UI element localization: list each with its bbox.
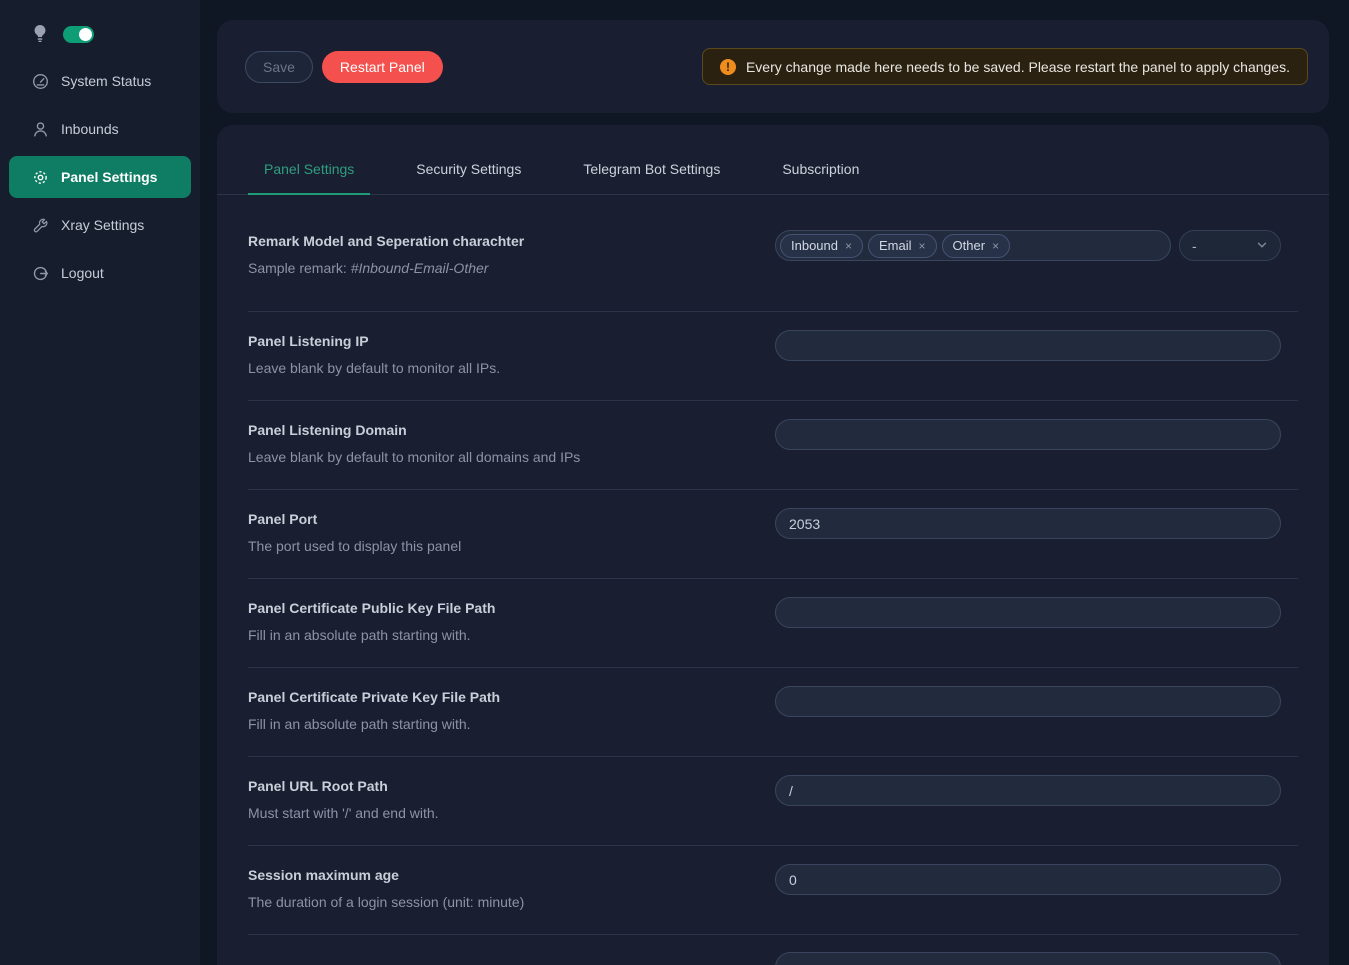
setting-label: Session maximum age <box>248 867 524 883</box>
warning-text: Every change made here needs to be saved… <box>746 59 1290 75</box>
logout-icon <box>32 265 49 282</box>
setting-description: The port used to display this panel <box>248 538 461 554</box>
setting-row-partial <box>248 935 1298 965</box>
user-icon <box>32 121 49 138</box>
setting-label: Remark Model and Seperation charachter <box>248 233 524 249</box>
tab-security-settings[interactable]: Security Settings <box>400 153 537 194</box>
cert-private-key-path-input[interactable] <box>775 686 1281 717</box>
sidebar-item-label: Logout <box>61 265 104 281</box>
panel-port-input[interactable] <box>775 508 1281 539</box>
setting-label: Panel Listening IP <box>248 333 500 349</box>
separator-select[interactable]: - <box>1179 230 1281 261</box>
chevron-down-icon <box>1256 238 1268 254</box>
sidebar-nav: System Status Inbounds Panel Settings <box>0 60 200 294</box>
description-sample: #Inbound-Email-Other <box>351 260 489 276</box>
tag-remove-icon[interactable]: × <box>919 240 926 252</box>
tag-chip: Inbound × <box>780 234 863 258</box>
action-bar: Save Restart Panel ! Every change made h… <box>217 20 1329 113</box>
setting-description: The duration of a login session (unit: m… <box>248 894 524 910</box>
sidebar-item-label: Panel Settings <box>61 169 157 185</box>
lightbulb-icon <box>32 24 48 44</box>
theme-toggle-row <box>0 22 200 46</box>
setting-description: Fill in an absolute path starting with. <box>248 716 500 732</box>
sidebar-item-xray-settings[interactable]: Xray Settings <box>9 204 191 246</box>
settings-rows: Remark Model and Seperation charachter S… <box>217 195 1329 965</box>
restart-panel-button[interactable]: Restart Panel <box>322 51 443 83</box>
sidebar-item-logout[interactable]: Logout <box>9 252 191 294</box>
main-content: Save Restart Panel ! Every change made h… <box>200 0 1349 965</box>
cert-public-key-path-input[interactable] <box>775 597 1281 628</box>
gear-icon <box>32 169 49 186</box>
sidebar: System Status Inbounds Panel Settings <box>0 0 200 965</box>
sidebar-item-label: Inbounds <box>61 121 119 137</box>
setting-label: Panel URL Root Path <box>248 778 439 794</box>
setting-row-session-max-age: Session maximum age The duration of a lo… <box>248 846 1298 935</box>
warning-banner: ! Every change made here needs to be sav… <box>702 48 1308 85</box>
setting-description: Leave blank by default to monitor all do… <box>248 449 580 465</box>
tab-telegram-bot-settings[interactable]: Telegram Bot Settings <box>567 153 736 194</box>
setting-label: Panel Certificate Public Key File Path <box>248 600 495 616</box>
tab-subscription[interactable]: Subscription <box>766 153 875 194</box>
sidebar-item-inbounds[interactable]: Inbounds <box>9 108 191 150</box>
tab-panel-settings[interactable]: Panel Settings <box>248 153 370 194</box>
remark-model-tags-input[interactable]: Inbound × Email × Other × <box>775 230 1171 261</box>
tag-label: Other <box>953 238 986 253</box>
setting-label: Panel Listening Domain <box>248 422 580 438</box>
setting-description: Sample remark: #Inbound-Email-Other <box>248 260 524 276</box>
panel-listening-ip-input[interactable] <box>775 330 1281 361</box>
settings-card: Panel Settings Security Settings Telegra… <box>217 125 1329 965</box>
setting-description: Leave blank by default to monitor all IP… <box>248 360 500 376</box>
warning-icon: ! <box>720 59 736 75</box>
sidebar-item-label: Xray Settings <box>61 217 144 233</box>
setting-label: Panel Certificate Private Key File Path <box>248 689 500 705</box>
sidebar-item-system-status[interactable]: System Status <box>9 60 191 102</box>
setting-row-cert-public-key-path: Panel Certificate Public Key File Path F… <box>248 579 1298 668</box>
setting-label: Panel Port <box>248 511 461 527</box>
tag-chip: Other × <box>942 234 1011 258</box>
panel-listening-domain-input[interactable] <box>775 419 1281 450</box>
tab-bar: Panel Settings Security Settings Telegra… <box>217 125 1329 195</box>
tag-label: Email <box>879 238 912 253</box>
setting-row-panel-url-root-path: Panel URL Root Path Must start with '/' … <box>248 757 1298 846</box>
setting-row-cert-private-key-path: Panel Certificate Private Key File Path … <box>248 668 1298 757</box>
save-button[interactable]: Save <box>245 51 313 83</box>
panel-url-root-path-input[interactable] <box>775 775 1281 806</box>
tag-chip: Email × <box>868 234 937 258</box>
setting-row-panel-port: Panel Port The port used to display this… <box>248 490 1298 579</box>
setting-description: Must start with '/' and end with. <box>248 805 439 821</box>
setting-description: Fill in an absolute path starting with. <box>248 627 495 643</box>
setting-row-panel-listening-domain: Panel Listening Domain Leave blank by de… <box>248 401 1298 490</box>
dashboard-gauge-icon <box>32 73 49 90</box>
description-prefix: Sample remark: <box>248 260 351 276</box>
tag-remove-icon[interactable]: × <box>845 240 852 252</box>
sidebar-item-label: System Status <box>61 73 151 89</box>
toggle-knob <box>79 28 92 41</box>
setting-row-remark-model: Remark Model and Seperation charachter S… <box>248 195 1298 312</box>
separator-select-value: - <box>1192 238 1197 254</box>
tag-remove-icon[interactable]: × <box>992 240 999 252</box>
sidebar-item-panel-settings[interactable]: Panel Settings <box>9 156 191 198</box>
partial-row-input[interactable] <box>775 952 1281 965</box>
tag-label: Inbound <box>791 238 838 253</box>
session-max-age-input[interactable] <box>775 864 1281 895</box>
dark-mode-toggle[interactable] <box>63 26 94 43</box>
setting-row-panel-listening-ip: Panel Listening IP Leave blank by defaul… <box>248 312 1298 401</box>
wrench-icon <box>32 217 49 234</box>
